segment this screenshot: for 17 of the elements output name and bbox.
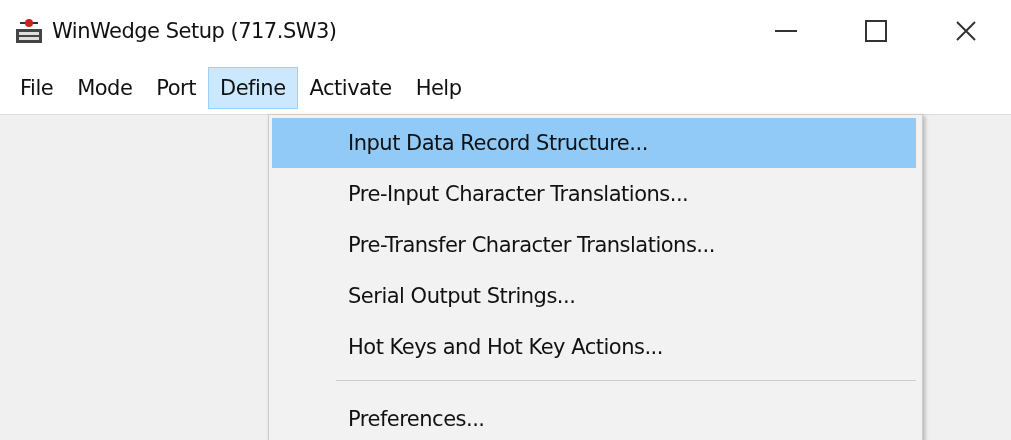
window-title: WinWedge Setup (717.SW3) [52, 19, 337, 43]
menu-item[interactable]: Define [208, 67, 298, 109]
menu-entry[interactable]: Serial Output Strings... [272, 270, 916, 321]
menu-item[interactable]: Activate [297, 67, 404, 109]
menu-entry[interactable]: Hot Keys and Hot Key Actions... [272, 321, 916, 372]
close-icon [955, 20, 977, 42]
maximize-icon [865, 20, 887, 42]
menu-entry[interactable]: Pre-Input Character Translations... [272, 168, 916, 219]
menu-item[interactable]: Mode [65, 67, 145, 109]
menu-item[interactable]: Help [403, 67, 474, 109]
keyboard-icon [14, 17, 44, 45]
menu-item[interactable]: Port [144, 67, 208, 109]
menu-entry[interactable]: Preferences... [272, 393, 916, 440]
menu-entry[interactable]: Input Data Record Structure... [272, 118, 916, 168]
minimize-icon [775, 29, 797, 33]
menu-entry[interactable]: Pre-Transfer Character Translations... [272, 219, 916, 270]
menu-item[interactable]: File [8, 67, 66, 109]
